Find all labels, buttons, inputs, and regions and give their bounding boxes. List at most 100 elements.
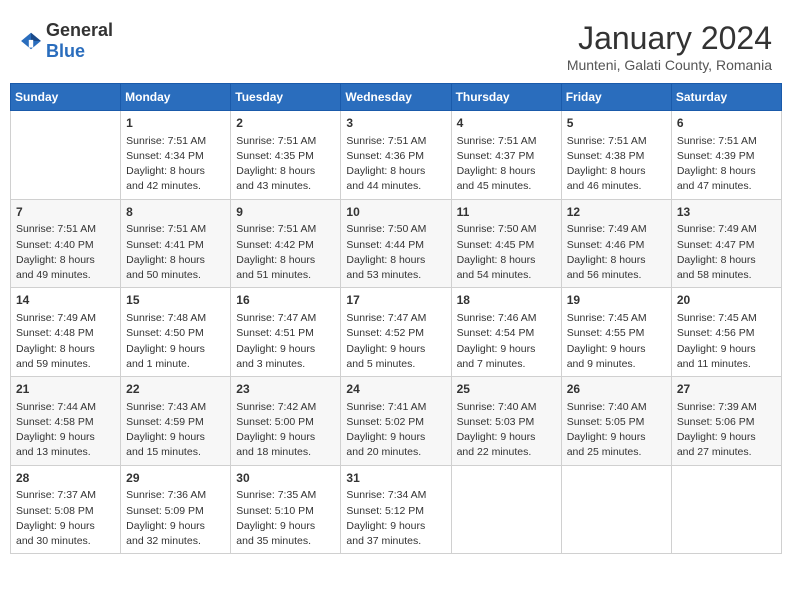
day-info: Sunrise: 7:46 AM Sunset: 4:54 PM Dayligh… [457,311,556,372]
weekday-header-tuesday: Tuesday [231,84,341,111]
day-number: 16 [236,292,335,309]
day-info: Sunrise: 7:43 AM Sunset: 4:59 PM Dayligh… [126,400,225,461]
weekday-header-sunday: Sunday [11,84,121,111]
day-cell [561,465,671,554]
day-cell: 25 Sunrise: 7:40 AM Sunset: 5:03 PM Dayli… [451,377,561,466]
month-title: January 2024 [567,20,772,57]
day-number: 31 [346,470,445,487]
logo-text: General Blue [46,20,113,62]
day-cell: 7Sunrise: 7:51 AM Sunset: 4:40 PM Daylig… [11,199,121,288]
day-cell: 1 Sunrise: 7:51 AM Sunset: 4:34 PM Daylig… [121,111,231,200]
week-row-4: 21 Sunrise: 7:44 AM Sunset: 4:58 PM Dayli… [11,377,782,466]
day-cell: 29Sunrise: 7:36 AM Sunset: 5:09 PM Dayli… [121,465,231,554]
logo-blue: Blue [46,41,85,61]
day-number: 2 [236,115,335,132]
day-cell: 24 Sunrise: 7:41 AM Sunset: 5:02 PM Dayli… [341,377,451,466]
day-cell: 23 Sunrise: 7:42 AM Sunset: 5:00 PM Dayli… [231,377,341,466]
day-cell: 21 Sunrise: 7:44 AM Sunset: 4:58 PM Dayli… [11,377,121,466]
day-info: Sunrise: 7:50 AM Sunset: 4:45 PM Dayligh… [457,222,556,283]
day-cell: 9Sunrise: 7:51 AM Sunset: 4:42 PM Daylig… [231,199,341,288]
day-number: 5 [567,115,666,132]
day-cell: 2 Sunrise: 7:51 AM Sunset: 4:35 PM Daylig… [231,111,341,200]
day-cell: 18 Sunrise: 7:46 AM Sunset: 4:54 PM Dayli… [451,288,561,377]
day-number: 22 [126,381,225,398]
day-info: Sunrise: 7:36 AM Sunset: 5:09 PM Dayligh… [126,488,225,549]
day-cell: 19 Sunrise: 7:45 AM Sunset: 4:55 PM Dayli… [561,288,671,377]
day-cell: 14 Sunrise: 7:49 AM Sunset: 4:48 PM Dayli… [11,288,121,377]
day-cell: 16 Sunrise: 7:47 AM Sunset: 4:51 PM Dayli… [231,288,341,377]
weekday-header-wednesday: Wednesday [341,84,451,111]
day-cell [451,465,561,554]
day-info: Sunrise: 7:51 AM Sunset: 4:39 PM Dayligh… [677,134,776,195]
week-row-2: 7Sunrise: 7:51 AM Sunset: 4:40 PM Daylig… [11,199,782,288]
day-info: Sunrise: 7:49 AM Sunset: 4:47 PM Dayligh… [677,222,776,283]
day-number: 13 [677,204,776,221]
day-cell: 20Sunrise: 7:45 AM Sunset: 4:56 PM Dayli… [671,288,781,377]
day-number: 30 [236,470,335,487]
day-number: 3 [346,115,445,132]
day-number: 1 [126,115,225,132]
day-info: Sunrise: 7:49 AM Sunset: 4:46 PM Dayligh… [567,222,666,283]
day-info: Sunrise: 7:47 AM Sunset: 4:51 PM Dayligh… [236,311,335,372]
day-number: 10 [346,204,445,221]
day-cell: 10Sunrise: 7:50 AM Sunset: 4:44 PM Dayli… [341,199,451,288]
day-info: Sunrise: 7:51 AM Sunset: 4:35 PM Dayligh… [236,134,335,195]
day-cell: 13Sunrise: 7:49 AM Sunset: 4:47 PM Dayli… [671,199,781,288]
day-cell: 31Sunrise: 7:34 AM Sunset: 5:12 PM Dayli… [341,465,451,554]
day-number: 19 [567,292,666,309]
day-info: Sunrise: 7:39 AM Sunset: 5:06 PM Dayligh… [677,400,776,461]
day-number: 11 [457,204,556,221]
day-cell: 6Sunrise: 7:51 AM Sunset: 4:39 PM Daylig… [671,111,781,200]
day-cell: 11Sunrise: 7:50 AM Sunset: 4:45 PM Dayli… [451,199,561,288]
day-cell: 26Sunrise: 7:40 AM Sunset: 5:05 PM Dayli… [561,377,671,466]
day-number: 17 [346,292,445,309]
day-cell [671,465,781,554]
day-number: 7 [16,204,115,221]
day-cell [11,111,121,200]
title-area: January 2024 Munteni, Galati County, Rom… [567,20,772,73]
header: General Blue January 2024 Munteni, Galat… [10,10,782,78]
week-row-5: 28Sunrise: 7:37 AM Sunset: 5:08 PM Dayli… [11,465,782,554]
day-number: 12 [567,204,666,221]
logo-icon [20,30,42,52]
day-info: Sunrise: 7:51 AM Sunset: 4:41 PM Dayligh… [126,222,225,283]
day-number: 4 [457,115,556,132]
day-number: 18 [457,292,556,309]
calendar-table: SundayMondayTuesdayWednesdayThursdayFrid… [10,83,782,554]
day-cell: 22 Sunrise: 7:43 AM Sunset: 4:59 PM Dayli… [121,377,231,466]
day-number: 15 [126,292,225,309]
logo-general: General [46,20,113,40]
day-number: 25 [457,381,556,398]
day-info: Sunrise: 7:51 AM Sunset: 4:34 PM Dayligh… [126,134,225,195]
day-number: 14 [16,292,115,309]
day-number: 23 [236,381,335,398]
day-info: Sunrise: 7:51 AM Sunset: 4:42 PM Dayligh… [236,222,335,283]
day-number: 8 [126,204,225,221]
day-number: 26 [567,381,666,398]
day-info: Sunrise: 7:47 AM Sunset: 4:52 PM Dayligh… [346,311,445,372]
day-info: Sunrise: 7:51 AM Sunset: 4:38 PM Dayligh… [567,134,666,195]
day-info: Sunrise: 7:45 AM Sunset: 4:55 PM Dayligh… [567,311,666,372]
day-cell: 5 Sunrise: 7:51 AM Sunset: 4:38 PM Daylig… [561,111,671,200]
day-cell: 12Sunrise: 7:49 AM Sunset: 4:46 PM Dayli… [561,199,671,288]
day-cell: 3 Sunrise: 7:51 AM Sunset: 4:36 PM Daylig… [341,111,451,200]
location-subtitle: Munteni, Galati County, Romania [567,57,772,73]
day-info: Sunrise: 7:41 AM Sunset: 5:02 PM Dayligh… [346,400,445,461]
weekday-header-monday: Monday [121,84,231,111]
day-info: Sunrise: 7:42 AM Sunset: 5:00 PM Dayligh… [236,400,335,461]
day-info: Sunrise: 7:44 AM Sunset: 4:58 PM Dayligh… [16,400,115,461]
day-info: Sunrise: 7:49 AM Sunset: 4:48 PM Dayligh… [16,311,115,372]
day-info: Sunrise: 7:37 AM Sunset: 5:08 PM Dayligh… [16,488,115,549]
day-info: Sunrise: 7:40 AM Sunset: 5:03 PM Dayligh… [457,400,556,461]
day-cell: 15Sunrise: 7:48 AM Sunset: 4:50 PM Dayli… [121,288,231,377]
day-number: 21 [16,381,115,398]
day-info: Sunrise: 7:51 AM Sunset: 4:36 PM Dayligh… [346,134,445,195]
day-cell: 17 Sunrise: 7:47 AM Sunset: 4:52 PM Dayli… [341,288,451,377]
day-info: Sunrise: 7:51 AM Sunset: 4:37 PM Dayligh… [457,134,556,195]
day-info: Sunrise: 7:34 AM Sunset: 5:12 PM Dayligh… [346,488,445,549]
day-cell: 4 Sunrise: 7:51 AM Sunset: 4:37 PM Daylig… [451,111,561,200]
day-cell: 27Sunrise: 7:39 AM Sunset: 5:06 PM Dayli… [671,377,781,466]
logo: General Blue [20,20,113,62]
weekday-header-saturday: Saturday [671,84,781,111]
day-number: 24 [346,381,445,398]
